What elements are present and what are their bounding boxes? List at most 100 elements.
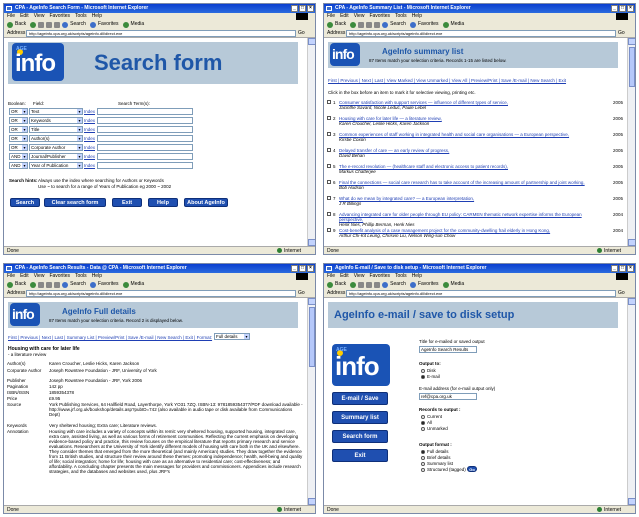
search-icon[interactable] (382, 21, 389, 28)
clear-search-form-button[interactable]: Clear search form (44, 198, 106, 207)
refresh-icon[interactable] (366, 281, 373, 288)
address-input[interactable]: http://ageinfo.cpa.org.uk/scripts/ageinf… (26, 29, 296, 37)
search-term-input[interactable] (97, 135, 193, 142)
item-title-link[interactable]: Advancing integrated care for older peop… (339, 212, 582, 222)
index-link[interactable]: Index (84, 154, 96, 159)
stop-icon[interactable] (38, 21, 45, 28)
vertical-scrollbar[interactable] (627, 298, 635, 505)
favorites-icon[interactable] (89, 21, 96, 28)
boolean-select[interactable]: OR (9, 126, 28, 133)
mark-checkbox[interactable] (327, 196, 331, 200)
minimize-button[interactable]: _ (611, 5, 618, 12)
menu-file[interactable]: File (7, 13, 15, 19)
favorites-label[interactable]: Favorites (418, 20, 439, 29)
stop-icon[interactable] (358, 281, 365, 288)
vertical-scrollbar[interactable] (307, 298, 315, 505)
boolean-select[interactable]: OR (9, 108, 28, 115)
media-label[interactable]: Media (131, 280, 145, 289)
index-link[interactable]: Index (84, 136, 96, 141)
radio-button[interactable] (421, 426, 425, 431)
result-navigation[interactable]: First | Previous | Next | Last | View Ma… (328, 78, 566, 83)
radio-button[interactable] (421, 449, 425, 454)
boolean-select[interactable]: OR (9, 135, 28, 142)
help-button[interactable]: Help (148, 198, 178, 207)
menu-view[interactable]: View (34, 273, 45, 279)
menu-view[interactable]: View (354, 13, 365, 19)
menu-edit[interactable]: Edit (20, 13, 29, 19)
item-title-link[interactable]: Common experiences of staff working in i… (339, 132, 569, 137)
radio-option[interactable]: Structured (tagged) (421, 467, 466, 472)
radio-option[interactable]: Unmarked (421, 426, 448, 431)
search-icon[interactable] (382, 281, 389, 288)
field-select[interactable]: Corporate Author (29, 144, 83, 151)
back-icon[interactable] (327, 281, 333, 288)
radio-option[interactable]: All (421, 420, 432, 425)
menu-favorites[interactable]: Favorites (49, 273, 70, 279)
index-link[interactable]: Index (84, 118, 96, 123)
forward-icon[interactable] (350, 21, 357, 28)
mark-checkbox[interactable] (327, 180, 331, 184)
search-label[interactable]: Search (390, 20, 406, 29)
menu-edit[interactable]: Edit (340, 273, 349, 279)
menu-file[interactable]: File (327, 13, 335, 19)
minimize-button[interactable]: _ (291, 265, 298, 272)
favorites-label[interactable]: Favorites (98, 20, 119, 29)
field-select[interactable]: Journal/Publisher (29, 153, 83, 160)
go-button[interactable]: Go (467, 466, 477, 472)
menu-view[interactable]: View (354, 273, 365, 279)
home-icon[interactable] (374, 21, 381, 28)
go-button[interactable]: Go (618, 290, 632, 296)
favorites-icon[interactable] (89, 281, 96, 288)
home-icon[interactable] (374, 281, 381, 288)
boolean-select[interactable]: AND (9, 162, 28, 169)
forward-icon[interactable] (350, 281, 357, 288)
mark-checkbox[interactable] (327, 132, 331, 136)
search-term-input[interactable] (97, 126, 193, 133)
menu-favorites[interactable]: Favorites (369, 13, 390, 19)
favorites-label[interactable]: Favorites (98, 280, 119, 289)
close-button[interactable]: × (307, 265, 314, 272)
stop-icon[interactable] (358, 21, 365, 28)
close-button[interactable]: × (307, 5, 314, 12)
back-icon[interactable] (7, 21, 13, 28)
radio-option[interactable]: Current (421, 414, 442, 419)
mark-checkbox[interactable] (327, 212, 331, 216)
menu-tools[interactable]: Tools (395, 13, 407, 19)
maximize-button[interactable]: □ (299, 265, 306, 272)
menu-help[interactable]: Help (412, 13, 422, 19)
media-icon[interactable] (442, 21, 449, 28)
index-link[interactable]: Index (84, 127, 96, 132)
menu-favorites[interactable]: Favorites (49, 13, 70, 19)
minimize-button[interactable]: _ (611, 265, 618, 272)
exit-button[interactable]: Exit (332, 449, 388, 462)
item-title-link[interactable]: Final the connections — social care rese… (339, 180, 585, 185)
favorites-icon[interactable] (409, 21, 416, 28)
radio-button[interactable] (421, 414, 425, 419)
home-icon[interactable] (54, 281, 61, 288)
mark-checkbox[interactable] (327, 148, 331, 152)
radio-option[interactable]: Full details (421, 449, 449, 454)
radio-option[interactable]: E-mail (421, 374, 440, 379)
radio-button[interactable] (421, 467, 425, 472)
maximize-button[interactable]: □ (619, 265, 626, 272)
back-icon[interactable] (7, 281, 13, 288)
email-input[interactable]: ref@cpa.org.uk (419, 393, 477, 400)
menu-help[interactable]: Help (412, 273, 422, 279)
radio-option[interactable]: Brief details (421, 455, 451, 460)
go-button[interactable]: Go (298, 290, 312, 296)
refresh-icon[interactable] (46, 21, 53, 28)
radio-button[interactable] (421, 368, 425, 373)
search-term-input[interactable] (97, 108, 193, 115)
mark-checkbox[interactable] (327, 100, 331, 104)
address-input[interactable]: http://ageinfo.cpa.org.uk/scripts/ageinf… (346, 289, 616, 297)
output-title-input[interactable]: AgeInfo Search Results (419, 346, 477, 353)
menu-file[interactable]: File (7, 273, 15, 279)
back-label[interactable]: Back (15, 280, 26, 289)
search-label[interactable]: Search (390, 280, 406, 289)
address-input[interactable]: http://ageinfo.cpa.org.uk/scripts/ageinf… (26, 289, 296, 297)
field-select[interactable]: Author(s) (29, 135, 83, 142)
close-button[interactable]: × (627, 265, 634, 272)
radio-button[interactable] (421, 455, 425, 460)
summary-list-button[interactable]: Summary list (332, 411, 388, 424)
search-icon[interactable] (62, 281, 69, 288)
